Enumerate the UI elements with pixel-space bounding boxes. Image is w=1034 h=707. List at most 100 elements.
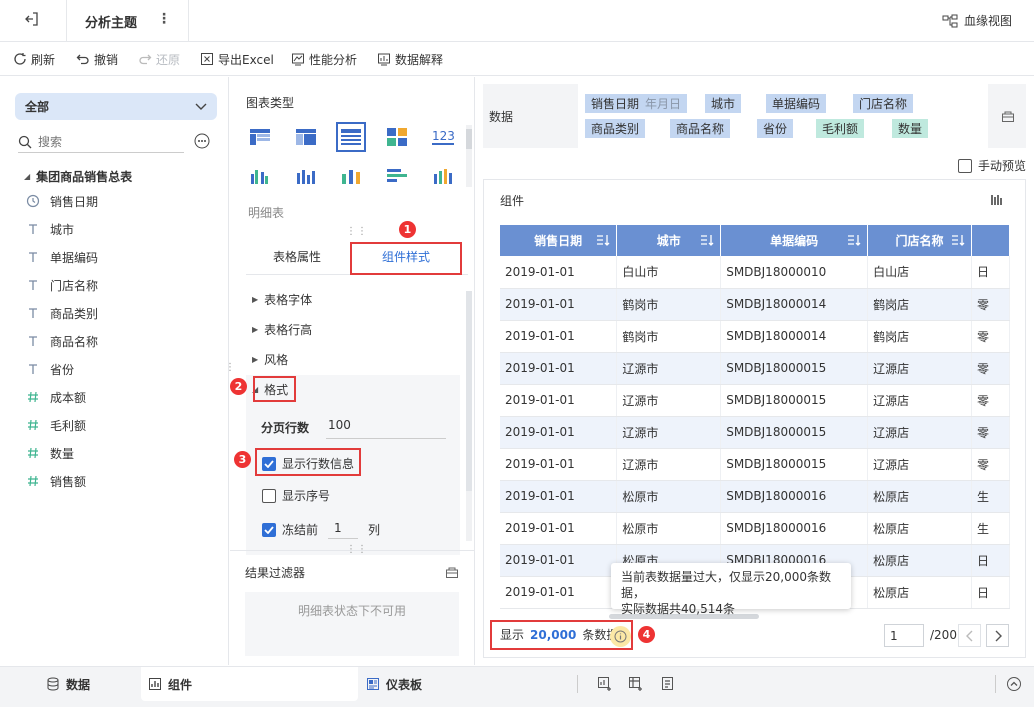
tag-category[interactable]: 商品类别	[585, 119, 646, 138]
table-cell: 生	[971, 512, 1010, 545]
chart-type-kpi-icon[interactable]	[382, 122, 412, 152]
field-search[interactable]	[18, 131, 184, 153]
section-row-height[interactable]: ▶ 表格行高	[252, 321, 312, 338]
field-item[interactable]: 门店名称	[26, 274, 98, 296]
performance-button[interactable]: 性能分析	[291, 42, 357, 76]
table-row[interactable]: 2019-01-01 辽源市 SMDBJ18000015 辽源店零	[500, 384, 1010, 417]
prev-page-button[interactable]	[958, 624, 981, 647]
column-header[interactable]: 门店名称	[867, 225, 972, 256]
table-row[interactable]: 2019-01-01 鹤岗市 SMDBJ18000014 鹤岗店零	[500, 320, 1010, 353]
table-row[interactable]: 2019-01-01 白山市 SMDBJ18000010 白山店日	[500, 256, 1010, 289]
field-group[interactable]: ◢ 集团商品销售总表	[24, 168, 132, 185]
tab-dashboard[interactable]: 仪表板	[366, 667, 422, 701]
chart-type-table-icon[interactable]	[245, 122, 275, 152]
field-item[interactable]: 商品类别	[26, 302, 98, 324]
left-resize-handle[interactable]: ⋮	[225, 362, 235, 373]
chart-type-stacked-column-icon[interactable]	[336, 161, 366, 191]
section-style[interactable]: ▶ 风格	[252, 351, 288, 368]
resize-handle-bottom[interactable]: ⋮⋮	[346, 544, 368, 555]
chart-type-number-icon[interactable]: 123	[428, 122, 458, 152]
table-row[interactable]: 2019-01-01 鹤岗市 SMDBJ18000014 鹤岗店零	[500, 288, 1010, 321]
add-table-icon[interactable]	[628, 676, 644, 692]
table-row[interactable]: 2019-01-01 辽源市 SMDBJ18000015 辽源店零	[500, 448, 1010, 481]
field-item[interactable]: 成本额	[26, 386, 86, 408]
table-cell: 零	[971, 448, 1010, 481]
chart-type-grouped-bar-icon[interactable]	[245, 161, 275, 191]
field-item[interactable]: 单据编码	[26, 246, 98, 268]
tab-table-properties[interactable]: 表格属性	[273, 248, 321, 265]
field-scope-dropdown[interactable]: 全部	[15, 93, 217, 120]
table-cell: SMDBJ18000016	[720, 512, 869, 545]
tag-store-name[interactable]: 门店名称	[853, 94, 914, 113]
tab-component[interactable]: 组件	[148, 667, 192, 701]
field-item[interactable]: 毛利额	[26, 414, 86, 436]
exit-icon[interactable]	[24, 11, 40, 27]
tag-gross-margin[interactable]: 毛利额	[816, 119, 865, 138]
chart-type-bar-icon[interactable]	[382, 161, 412, 191]
table-row[interactable]: 2019-01-01 辽源市 SMDBJ18000015 辽源店零	[500, 416, 1010, 449]
tag-sales-date[interactable]: 销售日期 年月日	[585, 94, 688, 113]
tag-doc-code[interactable]: 单据编码	[766, 94, 827, 113]
tag-quantity[interactable]: 数量	[892, 119, 929, 138]
freeze-columns-checkbox[interactable]: 冻结前	[262, 521, 318, 538]
freeze-count-input[interactable]: 1	[328, 517, 358, 539]
bottom-tabs: 数据 组件 仪表板	[0, 666, 1034, 707]
manual-preview-checkbox[interactable]: 手动预览	[958, 157, 1026, 174]
field-item[interactable]: 数量	[26, 442, 74, 464]
data-explain-button[interactable]: 数据解释	[377, 42, 443, 76]
add-component-icon[interactable]	[597, 676, 613, 692]
tag-product-name[interactable]: 商品名称	[670, 119, 731, 138]
field-item[interactable]: 销售额	[26, 470, 86, 492]
page-number-input[interactable]: 1	[884, 624, 924, 647]
more-options-icon[interactable]	[194, 133, 210, 149]
chart-type-detail-table-icon[interactable]	[336, 122, 366, 152]
chart-type-scrollbar[interactable]	[466, 125, 472, 187]
chart-type-cross-table-icon[interactable]	[291, 122, 321, 152]
data-settings-icon[interactable]	[1001, 109, 1015, 123]
more-vertical-icon[interactable]: ⋮	[157, 11, 171, 27]
tag-city[interactable]: 城市	[705, 94, 742, 113]
component-type-icon[interactable]	[990, 193, 1004, 207]
next-page-button[interactable]	[986, 624, 1009, 647]
resize-handle-top[interactable]: ⋮⋮	[346, 226, 368, 237]
column-header[interactable]: 单据编码	[720, 225, 869, 256]
field-item[interactable]: 商品名称	[26, 330, 98, 352]
export-excel-button[interactable]: 导出Excel	[200, 42, 274, 76]
tag-province[interactable]: 省份	[757, 119, 794, 138]
chart-type-multi-column-icon[interactable]	[428, 161, 458, 191]
search-input[interactable]	[38, 134, 178, 149]
checkbox-unchecked-icon	[262, 488, 276, 503]
add-dashboard-icon[interactable]	[660, 676, 676, 692]
undo-button[interactable]: 撤销	[76, 42, 118, 76]
show-index-checkbox[interactable]: 显示序号	[262, 487, 330, 504]
table-cell: 辽源市	[616, 384, 722, 417]
collapse-up-icon[interactable]	[1006, 676, 1022, 692]
table-cell: 2019-01-01	[500, 352, 618, 385]
field-item[interactable]: 销售日期	[26, 190, 98, 212]
field-item[interactable]: 城市	[26, 218, 74, 240]
tag-quantity-label: 数量	[898, 122, 923, 136]
chart-type-column-icon[interactable]	[291, 161, 321, 191]
filter-settings-icon[interactable]	[445, 565, 459, 579]
sort-icon[interactable]	[951, 234, 965, 246]
section-table-font[interactable]: ▶ 表格字体	[252, 291, 312, 308]
refresh-button[interactable]: 刷新	[13, 42, 55, 76]
column-header[interactable]: 销售日期	[500, 225, 618, 256]
table-cell: SMDBJ18000010	[720, 256, 869, 289]
sort-icon[interactable]	[596, 234, 610, 246]
lineage-button[interactable]: 血缘视图	[942, 12, 1012, 29]
table-row[interactable]: 2019-01-01 松原市 SMDBJ18000016 松原店生	[500, 512, 1010, 545]
field-item[interactable]: 省份	[26, 358, 74, 380]
field-group-label: 集团商品销售总表	[36, 170, 133, 184]
table-row[interactable]: 2019-01-01 辽源市 SMDBJ18000015 辽源店零	[500, 352, 1010, 385]
tab-data[interactable]: 数据	[46, 667, 90, 701]
sort-icon[interactable]	[847, 234, 861, 246]
table-row[interactable]: 2019-01-01 松原市 SMDBJ18000016 松原店生	[500, 480, 1010, 513]
text-icon	[26, 222, 40, 236]
sort-icon[interactable]	[700, 234, 714, 246]
page-rows-input[interactable]: 100	[326, 413, 446, 439]
highlight-box-1	[350, 242, 462, 275]
style-scrollbar[interactable]	[466, 291, 472, 541]
redo-button[interactable]: 还原	[138, 42, 180, 76]
column-header[interactable]: 城市	[616, 225, 722, 256]
